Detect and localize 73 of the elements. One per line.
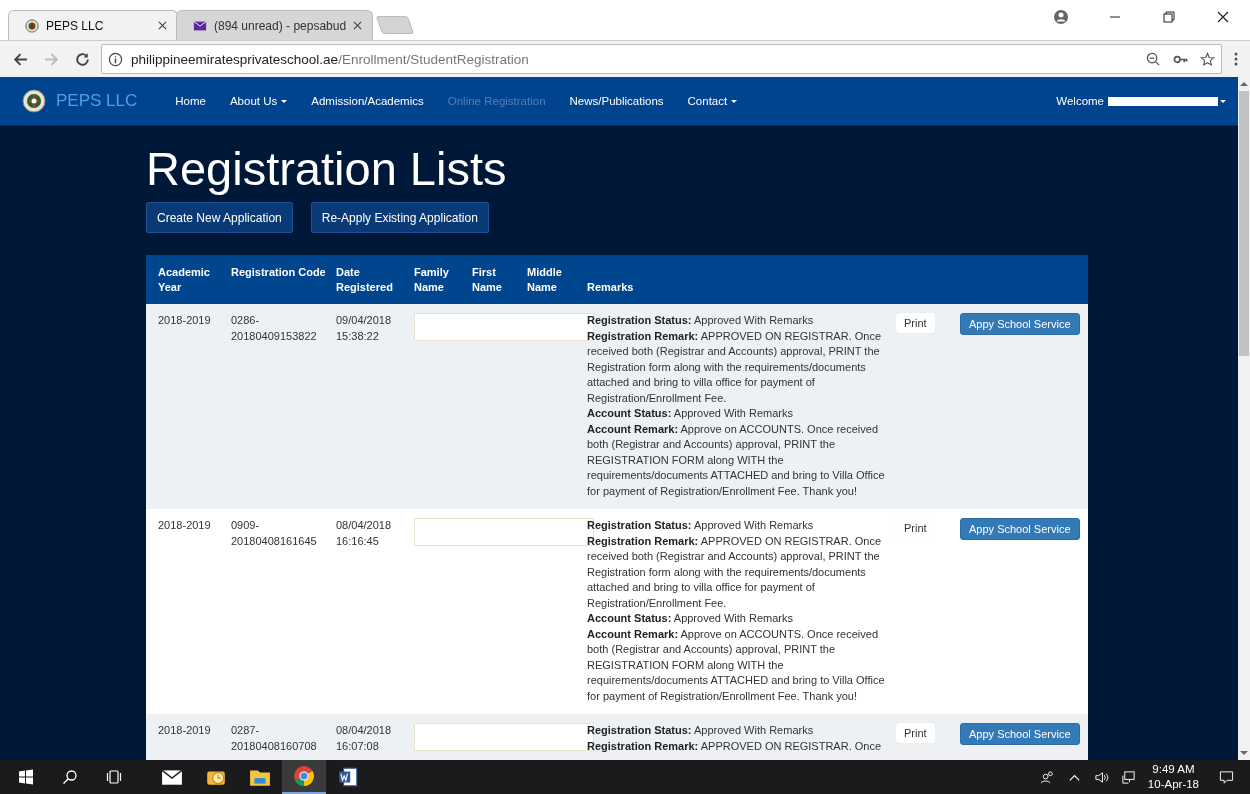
close-icon[interactable] xyxy=(353,21,363,30)
remarks-text: Registration Status: Approved With Remarks Registration Remark: APPROVED ON REGISTRAR. Once received both (Registrar and Accounts) approval, PRINT the Registration form along with the requirements/documents attached and bring to villa office for payment of Registration/Enrollment Fee. Account Status: Approved With Remarks Account Remark: Approve on ACCOUNTS. Once received both (Registrar and Accounts) approval, PRINT the REGISTRATION FORM along WITH the requirements/documents ATTACHED and bring to Villa Office for payment of Registration/Enrollment Fee. Thank you! xyxy=(587,518,886,704)
table-cell-text: 08/04/2018 16:07:08 xyxy=(336,723,393,754)
table-cell-text: 0287-20180408160708 xyxy=(231,723,318,754)
zoom-out-icon[interactable] xyxy=(1146,51,1161,67)
nav-link[interactable]: Contact xyxy=(687,95,738,107)
column-heading: Academic Year xyxy=(158,265,211,295)
taskbar-app-button[interactable] xyxy=(282,760,326,794)
date-text: 10-Apr-18 xyxy=(1147,777,1199,792)
url-text: philippineemiratesprivateschool.ae/Enrollment/StudentRegistration xyxy=(131,51,529,67)
close-icon[interactable] xyxy=(158,21,167,30)
column-heading: Registration Code xyxy=(231,265,327,280)
table-cell-text: 08/04/2018 16:16:45 xyxy=(336,518,393,549)
caret-icon[interactable] xyxy=(1220,99,1226,103)
column-heading: Remarks xyxy=(587,280,635,295)
school-service-button[interactable]: Appy School Service xyxy=(960,723,1080,745)
restore-icon[interactable] xyxy=(1161,9,1177,25)
close-icon[interactable] xyxy=(1215,9,1231,25)
nav-link[interactable]: Admission/Academics xyxy=(311,95,424,107)
menu-icon[interactable] xyxy=(1234,51,1238,67)
search-icon[interactable] xyxy=(62,769,78,785)
browser-tab[interactable]: PEPS LLC xyxy=(8,10,178,40)
nav-link[interactable]: Home xyxy=(175,95,206,107)
nav-link[interactable]: About Us xyxy=(229,95,288,107)
action-button[interactable]: Re-Apply Existing Application xyxy=(310,202,489,233)
reload-icon[interactable] xyxy=(74,50,91,68)
browser-tab[interactable]: (894 unread) - pepsabud xyxy=(176,10,374,40)
action-button[interactable]: Create New Application xyxy=(146,202,293,233)
print-button[interactable]: Print xyxy=(896,723,935,743)
column-heading: Date Registered xyxy=(336,265,394,295)
people-icon[interactable] xyxy=(1039,769,1055,785)
envelope-icon xyxy=(193,18,207,33)
star-icon[interactable] xyxy=(1200,51,1215,67)
task-view-icon[interactable] xyxy=(106,769,122,785)
caret-icon xyxy=(281,99,288,103)
crest-logo-icon[interactable] xyxy=(22,89,46,113)
speaker-icon[interactable] xyxy=(1093,769,1109,785)
school-service-button[interactable]: Appy School Service xyxy=(960,313,1080,335)
column-heading: Family Name xyxy=(414,265,450,295)
school-service-button[interactable]: Appy School Service xyxy=(960,518,1080,540)
scroll-thumb[interactable] xyxy=(1239,91,1249,356)
address-bar[interactable]: philippineemiratesprivateschool.ae/Enrollment/StudentRegistration xyxy=(101,44,1222,74)
tab-title: (894 unread) - pepsabud xyxy=(214,18,347,33)
scroll-down-icon[interactable] xyxy=(1240,750,1248,756)
column-heading: Middle Name xyxy=(527,265,563,295)
table-cell-text: 2018-2019 xyxy=(158,723,212,738)
table-cell-text: 0909-20180408161645 xyxy=(231,518,318,549)
scroll-up-icon[interactable] xyxy=(1240,81,1248,87)
table-cell-text: 2018-2019 xyxy=(158,518,212,533)
windows-start-icon[interactable] xyxy=(18,769,34,785)
crest-icon xyxy=(25,18,39,33)
clock[interactable]: 9:49 AM 10-Apr-18 xyxy=(1147,762,1199,792)
page-title: Registration Lists xyxy=(146,142,508,196)
network-icon[interactable] xyxy=(1120,769,1136,785)
document-w-icon xyxy=(337,766,359,788)
notification-icon[interactable] xyxy=(1219,769,1234,785)
info-icon xyxy=(108,51,123,67)
table-cell-text: 0286-20180409153822 xyxy=(231,313,318,344)
print-button[interactable]: Print xyxy=(896,313,935,333)
table-cell-text: 2018-2019 xyxy=(158,313,212,328)
browser-logo-icon xyxy=(293,765,315,787)
column-heading: First Name xyxy=(472,265,503,295)
table-cell-text: 09/04/2018 15:38:22 xyxy=(336,313,393,344)
welcome-text[interactable]: Welcome xyxy=(1056,95,1104,107)
caret-icon xyxy=(731,99,738,103)
tab-title: PEPS LLC xyxy=(46,18,105,33)
time-text: 9:49 AM xyxy=(1152,762,1195,777)
remarks-text: Registration Status: Approved With Remarks Registration Remark: APPROVED ON REGISTRAR. Once xyxy=(587,723,883,754)
scrollbar[interactable] xyxy=(1238,77,1250,760)
remarks-text: Registration Status: Approved With Remarks Registration Remark: APPROVED ON REGISTRAR. Once received both (Registrar and Accounts) approval, PRINT the Registration form along with the requirements/documents attached and bring to villa office for payment of Registration/Enrollment Fee. Account Status: Approved With Remarks Account Remark: Approve on ACCOUNTS. Once received both (Registrar and Accounts) approval, PRINT the REGISTRATION FORM along WITH the requirements/documents ATTACHED and bring to Villa Office for payment of Registration/Enrollment Fee. Thank you! xyxy=(587,313,886,499)
print-button[interactable]: Print xyxy=(896,518,935,538)
profile-icon[interactable] xyxy=(1053,9,1069,25)
nav-link[interactable]: News/Publications xyxy=(569,95,664,107)
